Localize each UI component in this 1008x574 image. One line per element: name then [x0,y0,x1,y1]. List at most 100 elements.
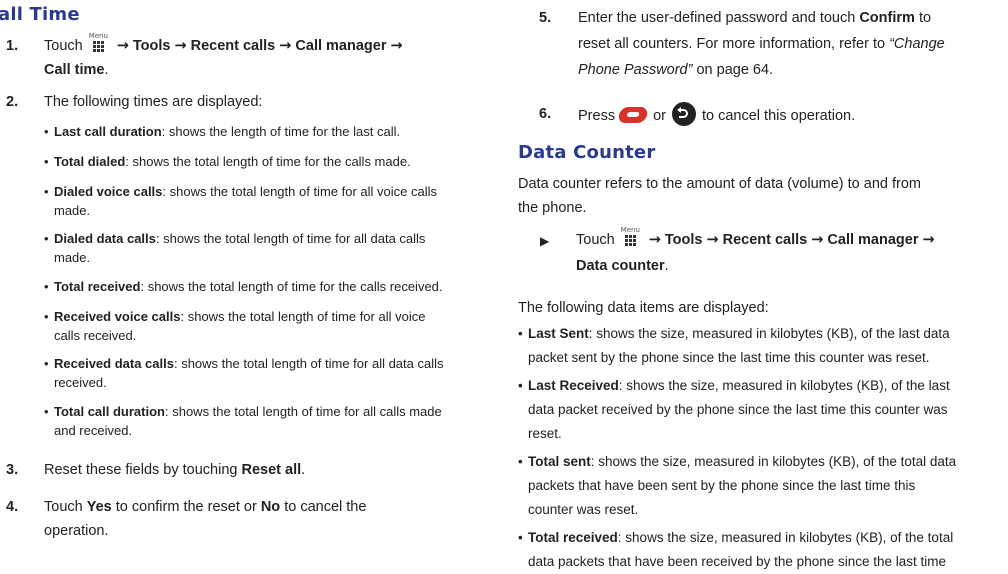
section-title-call-time: all Time [0,4,80,25]
definition: : shows the size, measured in kilobytes … [617,530,954,545]
menu-icon-label: Menu [620,226,640,234]
confirm-label: Confirm [859,10,915,26]
path-recent-calls: Recent calls [190,38,276,54]
path-call-manager: Call manager [295,38,387,54]
path-data-counter: Data counter [576,258,665,274]
term: Last Sent [528,326,589,341]
list-item: • Dialed voice calls: shows the total len… [44,184,437,218]
arrow-icon: → [706,232,719,248]
term: Received data calls [54,356,174,371]
xref: “Change [889,36,945,52]
section-title-data-counter: Data Counter [518,142,656,163]
text: to [914,10,932,26]
term: Last Received [528,378,619,393]
list-item: • Dialed data calls: shows the total leng… [44,231,426,265]
path-line1: Touch Menu → Tools → Recent calls → Call manage… [576,226,939,252]
step-4-text-line2: operation. [44,523,109,539]
period: . [664,258,669,274]
definition: : shows the total length of time for all… [173,356,444,371]
step-number: 1. [6,38,19,54]
path-recent-calls: Recent calls [722,232,808,248]
arrow-icon: → [811,232,824,248]
list-item: • Received data calls: shows the total le… [44,356,444,390]
step-2-text: The following times are displayed: [44,94,263,110]
path-tools: Tools [132,38,171,54]
arrow-icon: → [279,38,292,54]
path-tools: Tools [664,232,703,248]
definition-cont: counter was reset. [528,502,639,517]
period: . [301,462,306,478]
step-5-line1: Enter the user-defined password and touc… [578,6,931,30]
arrow-icon: → [648,232,661,248]
definition: : shows the total length of time for all… [162,184,437,199]
arrow-icon: → [390,38,403,54]
text: to cancel this operation. [701,108,856,124]
xref: Phone Password” [578,62,693,78]
menu-key-icon: Menu [620,226,640,249]
definition-cont: and received. [54,423,133,438]
definition-cont: calls received. [54,328,137,343]
step-1-text-line2: Call time. [44,58,108,82]
path-line2: Data counter. [576,254,669,278]
definition-cont: made. [54,250,91,265]
term: Total sent [528,454,591,469]
text: reset all counters. For more information… [578,36,890,52]
definition-cont: reset. [528,426,562,441]
no-label: No [260,499,281,515]
text: Reset these fields by touching [44,462,242,478]
step-1-text: Touch Menu → Tools → Recent calls → Call manage… [44,32,407,58]
definition: : shows the size, measured in kilobytes … [588,326,950,341]
step-number: 2. [6,94,19,110]
text: to confirm the reset or [111,499,261,515]
reset-all-label: Reset all [241,462,302,478]
step-6-text: Press or to cancel this operation. [578,102,855,128]
step-3-text: Reset these fields by touching Reset all… [44,458,305,482]
touch-label: Touch [44,38,83,54]
definition: : shows the length of time for the last … [161,124,401,139]
menu-key-icon: Menu [89,32,108,55]
step-number: 5. [539,10,552,26]
term: Total dialed [54,154,126,169]
definition: : shows the total length of time for the… [140,279,443,294]
term: Last call duration [54,124,162,139]
definition: : shows the total length of time for the… [125,154,411,169]
back-key-icon [671,102,696,126]
step-3: 3. Reset these fields by touching Reset … [6,458,486,482]
text: to cancel the [280,499,367,515]
arrow-icon: → [174,38,187,54]
term: Dialed voice calls [54,184,163,199]
definition-cont: packet sent by the phone since the last … [528,350,930,365]
step-number: 4. [6,499,19,515]
definition: : shows the size, measured in kilobytes … [618,378,950,393]
text: on page 64. [692,62,774,78]
touch-label: Touch [576,232,615,248]
step-5-line3: Phone Password” on page 64. [578,58,773,82]
term: Dialed data calls [54,231,156,246]
definition: : shows the total length of time for all… [180,309,426,324]
intro-line1: Data counter refers to the amount of dat… [518,176,921,192]
step-5-line2: reset all counters. For more information… [578,32,945,56]
arrow-icon: → [116,38,129,54]
end-key-icon [617,107,649,123]
definition-cont: data packets that have been received by … [528,554,947,569]
term: Total received [528,530,618,545]
step-4: 4. Touch Yes to confirm the reset or No … [6,495,486,545]
yes-label: Yes [86,499,112,515]
step-4-text: Touch Yes to confirm the reset or No to … [44,495,366,519]
step-2: 2. The following times are displayed: [6,90,486,114]
step-1: 1. Touch Menu → Tools → Recent calls → Call man… [6,32,486,84]
text: Touch [44,499,87,515]
definition-cont: data packet received by the phone since … [528,402,948,417]
step-5: 5. Enter the user-defined password and t… [539,6,1008,82]
text: Enter the user-defined password and touc… [578,10,860,26]
step-number: 6. [539,106,552,122]
step-number: 3. [6,462,19,478]
text: Press [578,108,616,124]
arrow-icon: → [922,232,935,248]
term: Total received [54,279,141,294]
term: Received voice calls [54,309,181,324]
intro-paragraph: Data counter refers to the amount of dat… [518,172,1008,220]
definition: : shows the total length of time for all… [155,231,426,246]
definition: : shows the total length of time for all… [165,404,442,419]
data-counter-path: ▶ Touch Menu → Tools → Recent calls → Call mana… [518,226,1008,278]
